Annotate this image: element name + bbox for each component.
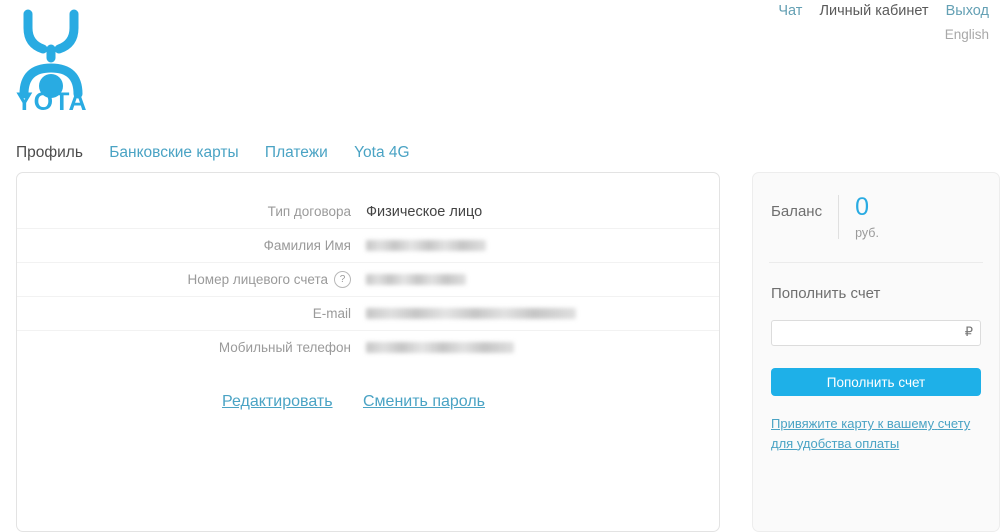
row-value-account-number [351,272,466,288]
redacted-value [366,240,486,252]
link-card-line1: Привяжите карту к вашему [771,416,935,431]
nav-link-english[interactable]: English [945,27,989,42]
topup-submit-button[interactable]: Пополнить счет [771,368,981,396]
balance-currency-unit: руб. [855,226,879,240]
page-root: Чат Личный кабинет Выход English YOTA Пр… [0,0,1001,532]
change-password-link[interactable]: Сменить пароль [363,393,485,410]
yota-wordmark: YOTA [16,88,88,112]
profile-row-mobile-phone: Мобильный телефон [17,331,719,364]
link-card-link[interactable]: Привяжите карту к вашему счету для удобс… [771,416,970,451]
nav-link-chat[interactable]: Чат [778,3,802,19]
link-card-note: Привяжите карту к вашему счету для удобс… [771,414,981,453]
balance-amount: 0 [855,193,869,221]
topup-title: Пополнить счет [771,285,881,302]
help-question-icon[interactable]: ? [334,271,351,288]
balance-block: Баланс 0 руб. [753,173,999,241]
redacted-value [366,274,466,286]
top-navigation-language: English [765,27,989,42]
tab-payments[interactable]: Платежи [265,144,328,161]
row-label: Мобильный телефон [218,340,351,355]
profile-row-contract-type: Тип договора Физическое лицо [17,195,719,229]
yota-logo[interactable]: YOTA [12,2,104,112]
row-value-mobile-phone [351,340,514,356]
row-label: Фамилия Имя [263,238,351,253]
row-label: Номер лицевого счета ? [17,271,351,288]
profile-card-actions: Редактировать Сменить пароль [222,393,511,411]
balance-sidebar: Баланс 0 руб. Пополнить счет ₽ Пополнить… [752,172,1000,532]
tab-profile[interactable]: Профиль [16,144,83,161]
edit-profile-link[interactable]: Редактировать [222,393,333,410]
row-value-contract-type: Физическое лицо [366,203,483,220]
top-navigation-primary: Чат Личный кабинет Выход [765,4,989,19]
profile-row-account-number: Номер лицевого счета ? [17,263,719,297]
profile-row-full-name: Фамилия Имя [17,229,719,263]
nav-link-logout[interactable]: Выход [946,3,989,19]
redacted-value [366,308,576,320]
balance-label: Баланс [771,203,823,220]
tab-bank-cards[interactable]: Банковские карты [109,144,238,161]
row-value-full-name [351,238,486,254]
balance-value-group: 0 руб. [855,193,879,241]
nav-current-account: Личный кабинет [819,3,929,19]
balance-divider [838,195,840,239]
profile-tabs: Профиль Банковские карты Платежи Yota 4G [16,144,432,162]
yota-figure-icon: YOTA [16,9,88,112]
redacted-value [366,342,514,354]
tab-yota-4g[interactable]: Yota 4G [354,144,409,161]
row-value-email [351,306,576,322]
row-label-text: Номер лицевого счета [187,272,328,287]
top-navigation: Чат Личный кабинет Выход English [765,4,989,41]
row-label: E-mail [312,306,351,321]
profile-card: Тип договора Физическое лицо Фамилия Имя… [16,172,720,532]
profile-row-email: E-mail [17,297,719,331]
row-label: Тип договора [267,204,351,219]
topup-input-wrapper: ₽ [771,320,981,346]
topup-amount-input[interactable] [771,320,981,346]
profile-details-list: Тип договора Физическое лицо Фамилия Имя… [17,195,719,364]
